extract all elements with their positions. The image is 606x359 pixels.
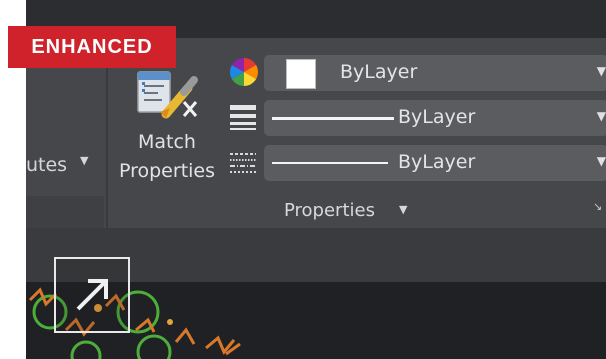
match-properties-button[interactable]: Match Properties — [108, 60, 226, 190]
chevron-down-icon: ▼ — [596, 109, 606, 123]
left-panel-footer — [26, 196, 104, 230]
match-properties-label: Match Properties — [118, 131, 216, 182]
color-wheel-icon — [230, 58, 258, 86]
color-dropdown[interactable]: ByLayer ▼ — [264, 55, 606, 91]
lineweight-value: ByLayer — [398, 106, 476, 128]
caret-down-icon[interactable]: ▼ — [399, 203, 407, 216]
color-value: ByLayer — [340, 61, 418, 83]
expand-button[interactable] — [54, 257, 130, 333]
linetype-dropdown[interactable]: ByLayer ▼ — [264, 145, 606, 181]
lineweight-dropdown[interactable]: ByLayer ▼ — [264, 100, 606, 136]
enhanced-badge: ENHANCED — [8, 26, 176, 68]
match-properties-brush-icon — [137, 71, 198, 119]
chevron-down-icon: ▼ — [596, 154, 606, 168]
chevron-down-icon: ▼ — [596, 64, 606, 78]
properties-panel-title[interactable]: Properties — [284, 200, 375, 221]
caret-down-icon[interactable]: ▼ — [80, 154, 88, 167]
left-panel-title[interactable]: utes — [26, 154, 67, 176]
lineweight-preview-line — [272, 117, 394, 120]
color-swatch — [286, 59, 316, 89]
linetype-icon — [230, 153, 256, 173]
linetype-preview-line — [272, 162, 388, 164]
lineweight-icon — [230, 105, 256, 130]
dialog-launcher-icon[interactable]: ↘ — [593, 200, 602, 213]
expand-arrow-icon — [76, 279, 108, 311]
linetype-value: ByLayer — [398, 151, 476, 173]
